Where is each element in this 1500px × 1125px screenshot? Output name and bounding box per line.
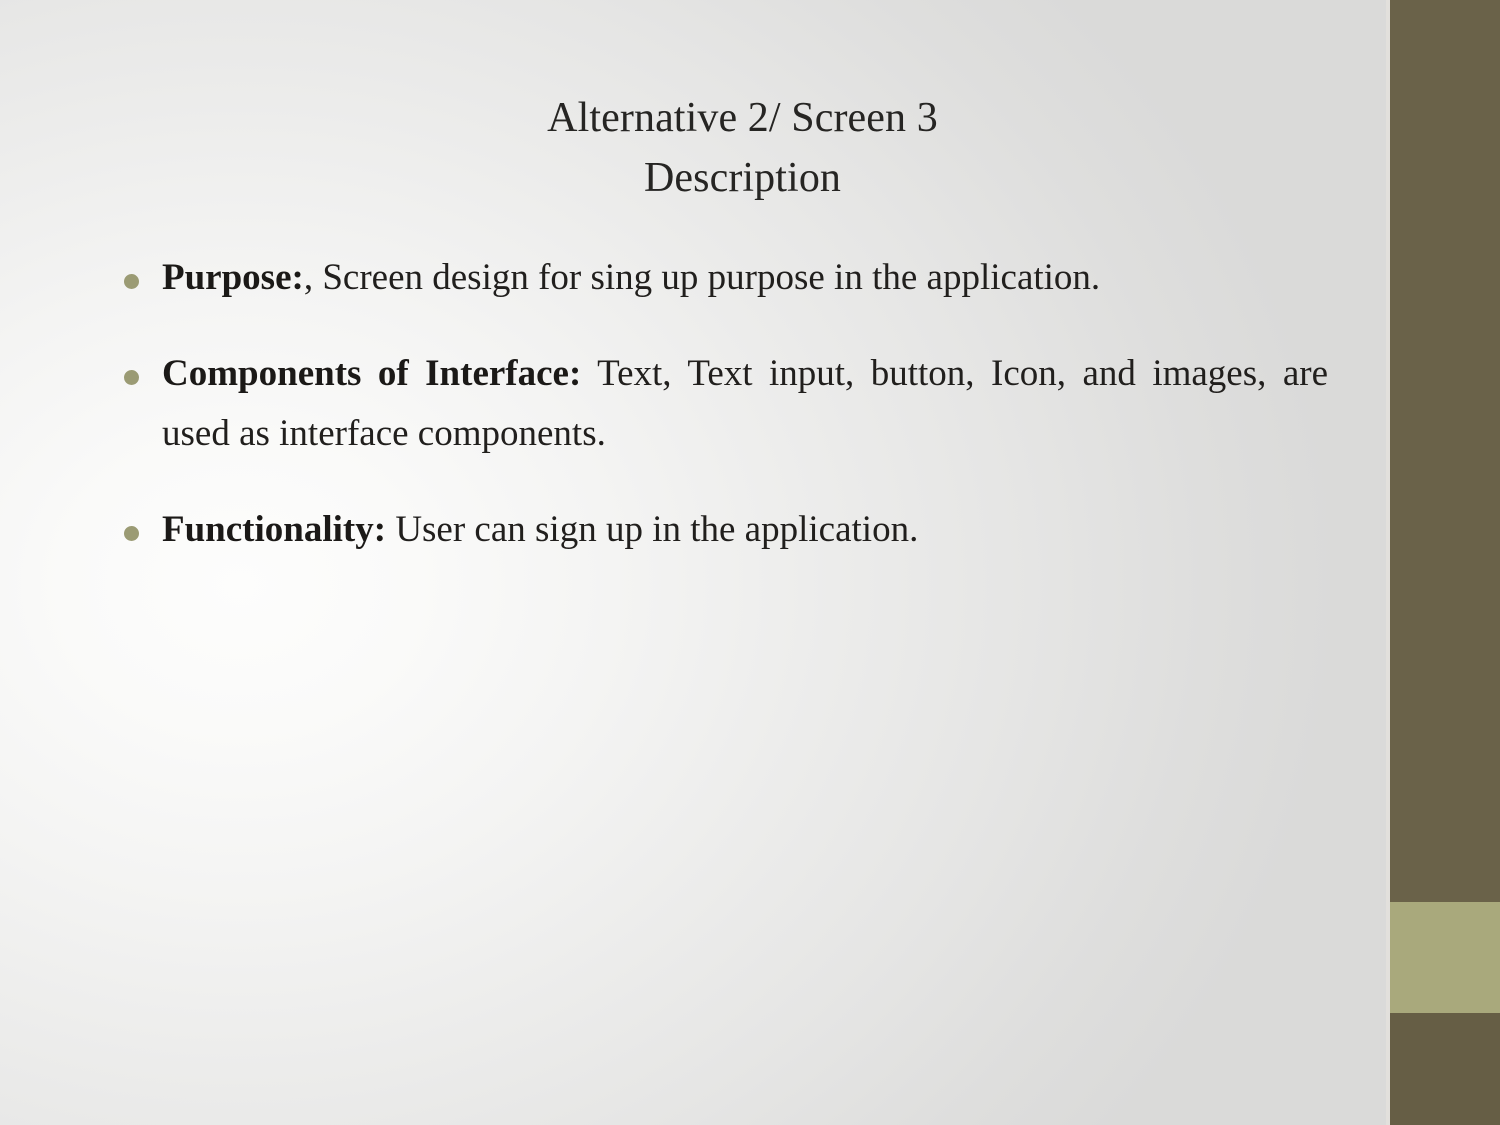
bullet-body-purpose: , Screen design for sing up purpose in t… bbox=[303, 257, 1101, 298]
bullet-text-functionality: Functionality: User can sign up in the a… bbox=[162, 500, 1328, 560]
side-bar-dark-top bbox=[1390, 0, 1500, 902]
bullet-dot-icon bbox=[124, 274, 139, 289]
title-line-1: Alternative 2/ Screen 3 bbox=[547, 95, 938, 141]
bullet-list: Purpose:, Screen design for sing up purp… bbox=[118, 248, 1328, 560]
bullet-lead-components: Components of Interface: bbox=[162, 352, 582, 394]
bullet-item-functionality: Functionality: User can sign up in the a… bbox=[118, 500, 1328, 560]
bullet-item-purpose: Purpose:, Screen design for sing up purp… bbox=[118, 248, 1328, 308]
bullet-lead-purpose: Purpose: bbox=[162, 257, 304, 298]
bullet-lead-functionality: Functionality: bbox=[162, 508, 387, 550]
bullet-dot-icon bbox=[124, 369, 139, 385]
bullet-text-purpose: Purpose:, Screen design for sing up purp… bbox=[162, 248, 1328, 308]
bullet-text-components: Components of Interface: Text, Text inpu… bbox=[162, 344, 1328, 464]
bullet-dot-icon bbox=[124, 525, 139, 541]
bullet-item-components: Components of Interface: Text, Text inpu… bbox=[118, 344, 1328, 464]
title-line-2: Description bbox=[643, 155, 842, 202]
side-bar-dark-bottom bbox=[1390, 1013, 1500, 1125]
slide-title: Alternative 2/ Screen 3 Description bbox=[160, 88, 1325, 209]
bullet-body-functionality: User can sign up in the application. bbox=[386, 508, 919, 550]
slide-canvas: Alternative 2/ Screen 3 Description Purp… bbox=[0, 0, 1500, 1125]
side-bar-light-band bbox=[1390, 902, 1500, 1013]
